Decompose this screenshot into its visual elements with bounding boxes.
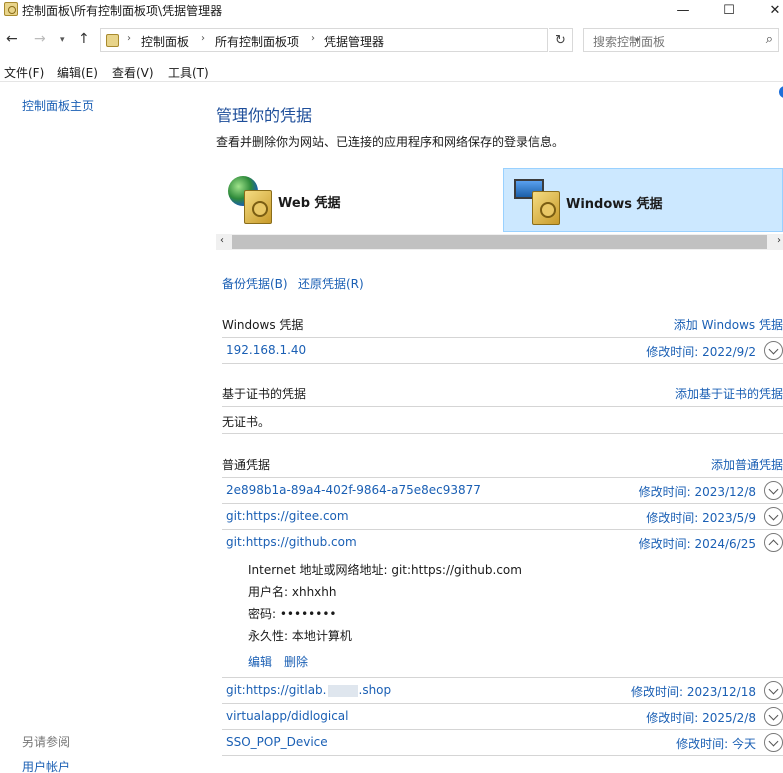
search-input[interactable]: 搜索控制面板 ⌕ (583, 28, 779, 52)
breadcrumb-all-items[interactable]: 所有控制面板项 (215, 33, 299, 50)
menu-tools[interactable]: 工具(T) (168, 64, 209, 81)
delete-credential-link[interactable]: 删除 (284, 653, 308, 670)
maximize-button[interactable]: ☐ (706, 0, 752, 20)
divider (222, 433, 783, 434)
no-certificates-text: 无证书。 (222, 415, 271, 429)
generic-credentials-section: 普通凭据 添加普通凭据 (222, 456, 783, 473)
credential-address: Internet 地址或网络地址: git:https://github.com (248, 563, 522, 577)
close-button[interactable]: ✕ (752, 0, 783, 20)
refresh-icon[interactable]: ↻ (549, 28, 573, 52)
divider (222, 755, 783, 756)
expand-chevron-icon[interactable] (764, 681, 783, 700)
up-arrow-icon[interactable]: ↑ (78, 31, 90, 47)
tab-web-credentials-label: Web 凭据 (278, 196, 341, 211)
expand-chevron-icon[interactable] (764, 733, 783, 752)
user-accounts-link[interactable]: 用户帐户 (22, 758, 70, 773)
credential-name-prefix: git:https://gitlab. (226, 683, 327, 697)
see-also-heading: 另请参阅 (22, 735, 71, 749)
tab-web-credentials[interactable]: Web 凭据 (216, 168, 503, 232)
vault-icon (244, 190, 272, 224)
credential-name: virtualapp/didlogical (226, 709, 349, 723)
edit-credential-link[interactable]: 编辑 (248, 653, 272, 670)
minimize-button[interactable]: — (660, 0, 706, 20)
tab-windows-credentials-label: Windows 凭据 (566, 197, 663, 212)
menu-view[interactable]: 查看(V) (112, 64, 154, 81)
credential-username: 用户名: xhhxhh (248, 585, 337, 599)
section-heading: 基于证书的凭据 (222, 387, 307, 401)
search-placeholder: 搜索控制面板 (593, 35, 666, 49)
expand-chevron-icon[interactable] (764, 341, 783, 360)
page-description: 查看并删除你为网站、已连接的应用程序和网络保存的登录信息。 (216, 135, 565, 149)
divider (222, 406, 783, 407)
control-panel-icon (106, 34, 119, 47)
chevron-right-icon[interactable]: › (311, 33, 315, 44)
credential-name-suffix: .shop (358, 683, 392, 697)
modified-time: 修改时间: 今天 (676, 737, 756, 751)
chevron-right-icon[interactable]: › (777, 235, 781, 246)
menu-file[interactable]: 文件(F) (4, 64, 44, 81)
breadcrumb-credential-manager[interactable]: 凭据管理器 (324, 33, 384, 50)
modified-time: 修改时间: 2023/12/18 (630, 685, 756, 699)
menu-bar: 文件(F) 编辑(E) 查看(V) 工具(T) (0, 60, 783, 82)
restore-credentials-link[interactable]: 还原凭据(R) (298, 275, 364, 292)
collapse-chevron-icon[interactable] (764, 533, 783, 552)
credential-name: SSO_POP_Device (226, 735, 328, 749)
add-certificate-credential-link[interactable]: 添加基于证书的凭据 (675, 385, 783, 402)
modified-time: 修改时间: 2022/9/2 (646, 345, 756, 359)
back-arrow-icon[interactable]: ← (6, 31, 18, 47)
help-icon[interactable] (779, 86, 783, 98)
credential-row[interactable]: SSO_POP_Device 修改时间: 今天 (222, 730, 783, 756)
expand-chevron-icon[interactable] (764, 481, 783, 500)
credential-row[interactable]: git:https://gitlab. .shop 修改时间: 2023/12/1… (222, 678, 783, 704)
credential-row[interactable]: 192.168.1.40 修改时间: 2022/9/2 (222, 338, 783, 364)
modified-time: 修改时间: 2023/5/9 (646, 511, 756, 525)
page-title: 管理你的凭据 (216, 106, 313, 125)
navigation-bar: ← → ▾ ↑ › 控制面板 › 所有控制面板项 › 凭据管理器 ▾ ↻ 搜索控… (0, 28, 783, 54)
credential-name: git:https://github.com (226, 535, 357, 549)
scrollbar-thumb[interactable] (232, 235, 767, 249)
certificate-credentials-section: 基于证书的凭据 添加基于证书的凭据 (222, 385, 783, 402)
credential-name: 2e898b1a-89a4-402f-9864-a75e8ec93877 (226, 483, 481, 497)
menu-edit[interactable]: 编辑(E) (57, 64, 98, 81)
expand-chevron-icon[interactable] (764, 707, 783, 726)
recent-locations-chevron-icon[interactable]: ▾ (60, 35, 65, 45)
expand-chevron-icon[interactable] (764, 507, 783, 526)
chevron-right-icon[interactable]: › (201, 33, 205, 44)
credential-persistence: 永久性: 本地计算机 (248, 629, 352, 643)
forward-arrow-icon[interactable]: → (34, 31, 46, 47)
divider (222, 363, 783, 364)
section-heading: Windows 凭据 (222, 318, 304, 332)
credential-password: 密码: •••••••• (248, 607, 337, 621)
modified-time: 修改时间: 2023/12/8 (638, 485, 756, 499)
breadcrumb-control-panel[interactable]: 控制面板 (141, 33, 189, 50)
add-windows-credential-link[interactable]: 添加 Windows 凭据 (674, 316, 783, 333)
credential-row-expanded[interactable]: git:https://github.com 修改时间: 2024/6/25 (222, 530, 783, 556)
modified-time: 修改时间: 2024/6/25 (638, 537, 756, 551)
credential-row[interactable]: git:https://gitee.com 修改时间: 2023/5/9 (222, 504, 783, 530)
credential-name: git:https://gitee.com (226, 509, 349, 523)
credential-row[interactable]: 2e898b1a-89a4-402f-9864-a75e8ec93877 修改时… (222, 478, 783, 504)
window-title: 控制面板\所有控制面板项\凭据管理器 (22, 4, 223, 18)
horizontal-scrollbar[interactable]: ‹ › (216, 234, 783, 250)
modified-time: 修改时间: 2025/2/8 (646, 711, 756, 725)
section-heading: 普通凭据 (222, 458, 271, 472)
chevron-left-icon[interactable]: ‹ (220, 235, 224, 246)
title-bar: 控制面板\所有控制面板项\凭据管理器 — ☐ ✕ (0, 0, 783, 20)
credential-row[interactable]: virtualapp/didlogical 修改时间: 2025/2/8 (222, 704, 783, 730)
sidebar-home-link[interactable]: 控制面板主页 (22, 97, 94, 114)
credential-name: git:https://gitlab. .shop (226, 683, 391, 697)
credential-manager-icon (4, 2, 18, 16)
windows-credentials-section: Windows 凭据 添加 Windows 凭据 (222, 316, 783, 333)
credential-name: 192.168.1.40 (226, 343, 307, 357)
chevron-right-icon[interactable]: › (127, 33, 131, 44)
vault-icon (532, 191, 560, 225)
add-generic-credential-link[interactable]: 添加普通凭据 (711, 456, 783, 473)
redacted-block (327, 684, 358, 697)
tab-windows-credentials[interactable]: Windows 凭据 (503, 168, 783, 232)
backup-credentials-link[interactable]: 备份凭据(B) (222, 275, 288, 292)
address-bar[interactable]: › 控制面板 › 所有控制面板项 › 凭据管理器 ▾ (100, 28, 640, 52)
search-icon[interactable]: ⌕ (766, 32, 773, 47)
